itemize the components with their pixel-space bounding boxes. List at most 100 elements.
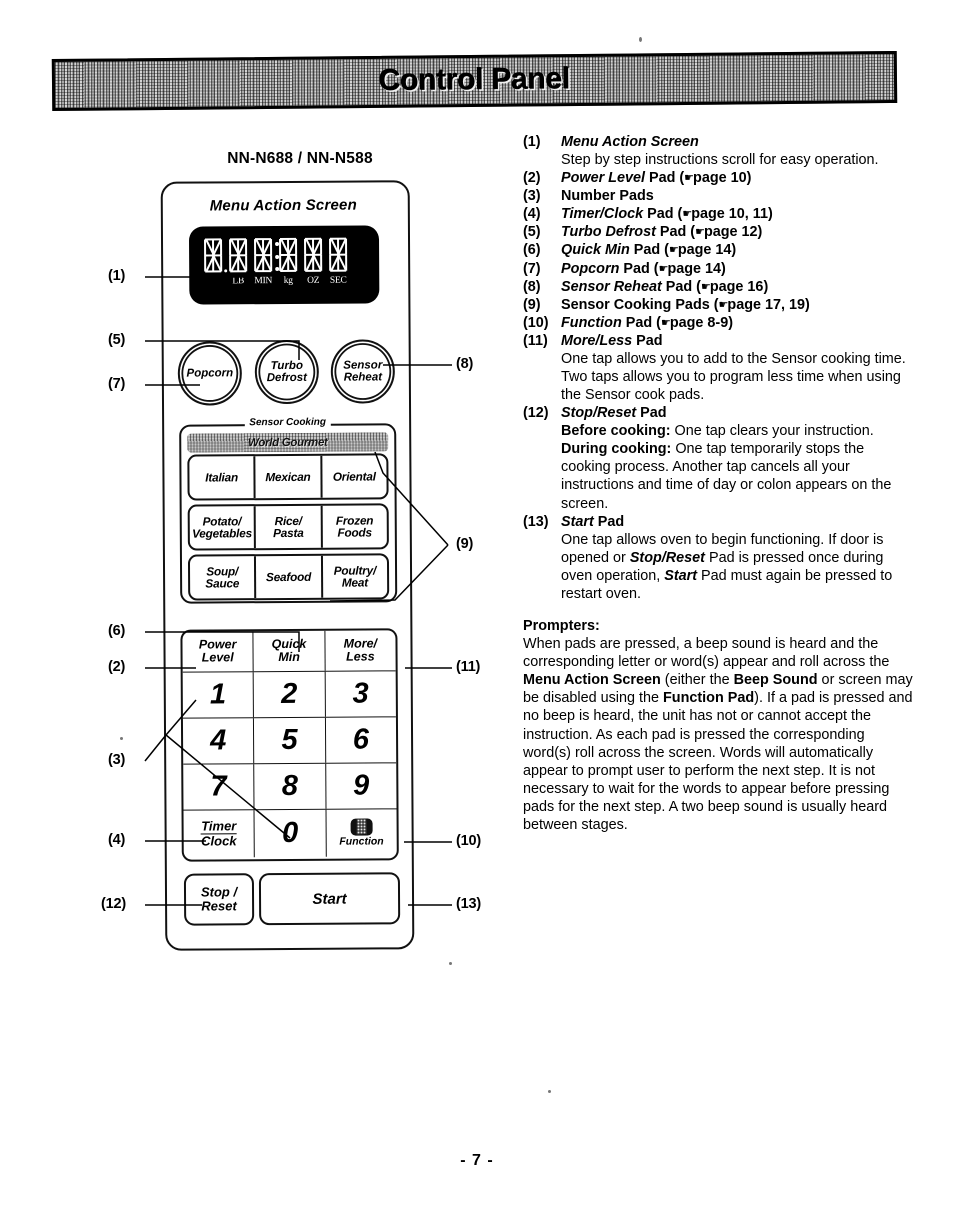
sensor-cooking-legend: Sensor Cooking — [244, 416, 332, 429]
turbo-defrost-label-2: Defrost — [266, 371, 308, 385]
turbo-defrost-button[interactable]: Turbo Defrost — [254, 339, 320, 405]
display-digit — [228, 238, 248, 273]
number-pad-3[interactable]: 3 — [325, 671, 396, 716]
round-buttons-row: Popcorn Turbo Defrost Sensor Reheat — [177, 339, 396, 406]
legend-item-9-close: ) — [805, 296, 810, 313]
legend-item-4-title: Timer/Clock — [561, 206, 644, 223]
legend-item-12-pad: Pad — [636, 405, 667, 422]
legend-item-8-close: ) — [763, 278, 769, 295]
number-pad-4[interactable]: 4 — [182, 718, 255, 764]
popcorn-label: Popcorn — [186, 367, 234, 380]
timer-clock-pad[interactable]: Timer Clock — [183, 810, 256, 858]
legend-item-1: (1) Menu Action Screen Step by step inst… — [523, 133, 913, 169]
legend-item-6-pad: Pad ( — [629, 242, 669, 259]
legend-item-7-title: Popcorn — [561, 260, 620, 277]
legend-item-11-desc: One tap allows you to add to the Sensor … — [561, 350, 906, 404]
oriental-pad[interactable]: Oriental — [322, 455, 387, 497]
scan-artifact — [548, 1090, 551, 1093]
number-pad-2[interactable]: 2 — [253, 671, 326, 718]
callout-12: (12) — [101, 896, 126, 912]
sensor-reheat-button[interactable]: Sensor Reheat — [330, 339, 396, 404]
control-panel-diagram: Menu Action Screen LB MIN kg OZ SEC Popc… — [161, 180, 411, 946]
display-digit — [203, 238, 228, 273]
number-pad-6[interactable]: 6 — [326, 717, 397, 762]
prompters-heading: Prompters: — [523, 618, 600, 635]
stop-reset-button[interactable]: Stop / Reset — [183, 873, 255, 926]
legend-item-12-title: Stop/Reset — [561, 405, 637, 422]
number-pad-8[interactable]: 8 — [254, 763, 327, 810]
unit-label-oz: OZ — [307, 275, 320, 286]
quick-min-pad[interactable]: Quick Min — [253, 630, 326, 672]
display-digits — [203, 237, 348, 273]
function-label: Function — [339, 835, 384, 848]
prompters-section: Prompters: When pads are pressed, a beep… — [523, 617, 913, 834]
power-level-label-1: Power — [198, 637, 237, 652]
seafood-pad[interactable]: Seafood — [256, 555, 323, 599]
display-unit-labels: LB MIN kg OZ SEC — [203, 276, 348, 287]
prompters-text-1: When pads are pressed, a beep sound is h… — [523, 636, 890, 671]
during-cooking-label: During cooking: — [561, 441, 672, 458]
menu-action-screen-ref: Menu Action Screen — [523, 672, 661, 689]
potato-vegetables-pad[interactable]: Potato/Vegetables — [189, 506, 257, 549]
callout-4: (4) — [108, 832, 126, 848]
number-pad-1[interactable]: 1 — [182, 672, 255, 718]
legend-item-3: (3) Number Pads — [523, 187, 913, 205]
legend-item-5-ref: page 12 — [703, 224, 758, 241]
legend-item-7-number: (7) — [523, 260, 541, 277]
legend-item-13-start: Start — [664, 567, 698, 584]
display-digit — [303, 237, 323, 272]
power-level-pad[interactable]: Power Level — [182, 631, 254, 672]
legend-item-2-close: ) — [746, 170, 752, 187]
legend-item-2-ref: page 10 — [693, 170, 747, 187]
poultry-meat-pad[interactable]: Poultry/Meat — [323, 555, 388, 597]
function-pad[interactable]: Function — [326, 809, 397, 856]
unit-label-kg: kg — [283, 275, 293, 287]
frozen-foods-label-2: Foods — [337, 525, 372, 540]
quick-min-label-1: Quick — [271, 636, 307, 651]
unit-label-min: MIN — [254, 276, 273, 287]
frozen-foods-pad[interactable]: Frozen Foods — [322, 505, 387, 547]
oriental-label: Oriental — [332, 469, 376, 484]
legend-item-9: (9) Sensor Cooking Pads (☛page 17, 19) — [523, 296, 913, 314]
start-button[interactable]: Start — [258, 872, 401, 926]
legend-item-1-title: Menu Action Screen — [561, 134, 699, 150]
legend-item-13-pad: Pad — [593, 513, 625, 530]
legend-item-8-number: (8) — [523, 278, 541, 295]
seafood-label: Seafood — [265, 569, 312, 584]
legend-item-7: (7) Popcorn Pad (☛page 14) — [523, 260, 913, 278]
model-number-label: NN-N688 / NN-N588 — [227, 150, 373, 167]
callout-1: (1) — [108, 268, 126, 284]
legend-item-3-title: Number Pads — [561, 188, 654, 205]
soup-sauce-pad[interactable]: Soup/Sauce — [189, 556, 257, 599]
legend-item-10: (10) Function Pad (☛page 8-9) — [523, 314, 913, 332]
number-pad-9[interactable]: 9 — [326, 763, 397, 808]
mexican-pad[interactable]: Mexican — [255, 455, 323, 499]
rice-pasta-pad[interactable]: Rice/Pasta — [255, 505, 323, 549]
popcorn-button[interactable]: Popcorn — [177, 341, 243, 406]
page-number: - 7 - — [460, 1152, 494, 1169]
number-pad-0[interactable]: 0 — [254, 809, 327, 858]
pointer-icon: ☛ — [684, 171, 694, 185]
display-digit — [253, 238, 280, 273]
callout-11: (11) — [456, 659, 481, 675]
pointer-icon: ☛ — [682, 207, 692, 221]
number-pad-5[interactable]: 5 — [254, 717, 326, 764]
mexican-label: Mexican — [265, 469, 311, 484]
callout-7: (7) — [108, 376, 126, 392]
legend-item-4-pad: Pad ( — [643, 206, 683, 223]
sensor-pad-row-2: Potato/Vegetables Rice/Pasta Frozen Foods — [187, 503, 389, 551]
legend-item-10-ref: page 8-9 — [669, 314, 729, 331]
quick-min-label-2: Min — [278, 649, 300, 665]
legend-item-2: (2) Power Level Pad (☛page 10) — [523, 169, 913, 187]
legend-item-11-pad: Pad — [632, 332, 663, 349]
number-pad-7[interactable]: 7 — [183, 764, 255, 810]
scan-artifact — [449, 962, 452, 965]
callout-2: (2) — [108, 659, 126, 675]
more-less-pad[interactable]: More/Less — [325, 630, 396, 670]
display-digit — [278, 237, 298, 273]
legend-item-2-pad: Pad ( — [644, 170, 685, 187]
sensor-reheat-label-2: Reheat — [343, 371, 383, 384]
soup-sauce-label-2: Sauce — [205, 576, 240, 591]
legend-item-10-close: ) — [728, 314, 733, 331]
italian-pad[interactable]: Italian — [189, 456, 256, 499]
